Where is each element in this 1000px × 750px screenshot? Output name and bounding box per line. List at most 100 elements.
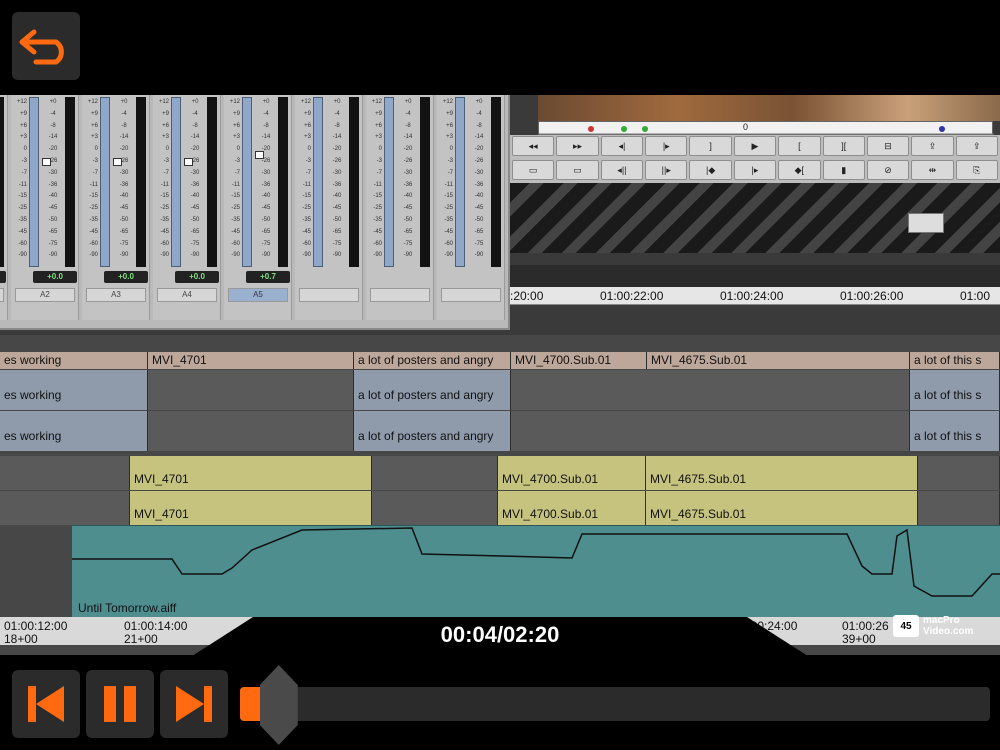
transport-button[interactable]: ◂◂ [512, 136, 555, 156]
transport-button[interactable]: ⊟ [866, 136, 910, 156]
scale-label: -11 [18, 181, 27, 188]
scale-label: +3 [162, 134, 169, 141]
timeline-clip[interactable]: MVI_4701 [130, 491, 372, 525]
seek-progress [240, 687, 262, 721]
scale-label: -45 [18, 228, 27, 235]
timeline-clip[interactable]: a lot of posters and angry [354, 370, 511, 410]
track-gap [918, 491, 1000, 525]
timeline[interactable]: es working MVI_4701 a lot of posters and a… [0, 335, 1000, 655]
scale-label: -15 [160, 193, 169, 200]
mixer-scale: +12 +9 +6 +3 0 -3 -7 -11 -15 -25 -35 -45 -60 -90 [368, 97, 382, 262]
channel-name[interactable] [370, 288, 430, 302]
transport-button[interactable]: ][ [822, 136, 865, 156]
volume-fader[interactable] [184, 158, 193, 167]
db-label: -20 [474, 146, 484, 153]
channel-name[interactable] [441, 288, 501, 302]
transport-button[interactable]: ▶ [733, 136, 777, 156]
channel-name[interactable]: A4 [157, 288, 217, 302]
timeline-clip[interactable]: es working [0, 370, 148, 410]
transport-button[interactable]: ▭ [512, 160, 555, 180]
video-frame[interactable]: +12 +9 +6 +3 0 -3 -7 -11 -15 -25 -35 -45 -60 -90 +0 -4 -… [0, 95, 1000, 655]
mixer-scale: +12 +9 +6 +3 0 -3 -7 -11 -15 -25 -35 -45 -60 -90 [155, 97, 169, 262]
timeline-clip[interactable]: a lot of posters and angry [354, 411, 511, 451]
timeline-clip[interactable]: MVI_4701 [148, 352, 354, 369]
db-label: -45 [190, 205, 200, 212]
db-label: -26 [474, 157, 484, 164]
transport-button[interactable]: ⎘ [955, 160, 998, 180]
volume-fader[interactable] [113, 158, 122, 167]
timeline-clip[interactable]: a lot of this s [910, 370, 1000, 410]
transport-button[interactable]: ◆[ [778, 160, 821, 180]
channel-name[interactable] [0, 288, 4, 302]
transport-button[interactable]: |◆ [689, 160, 732, 180]
seek-bar[interactable] [240, 665, 990, 745]
volume-fader[interactable] [42, 158, 51, 167]
channel-name[interactable]: A2 [15, 288, 75, 302]
timeline-clip[interactable]: es working [0, 411, 148, 451]
scale-label: +9 [20, 110, 27, 117]
timeline-clip[interactable]: MVI_4675.Sub.01 [646, 491, 918, 525]
transport-button[interactable]: ⇹ [911, 160, 954, 180]
transport-button[interactable]: ▸▸ [556, 136, 599, 156]
scale-label: -25 [18, 205, 27, 212]
volume-fader[interactable] [255, 151, 264, 160]
back-button[interactable] [12, 12, 80, 80]
transport-button[interactable]: ⊘ [866, 160, 910, 180]
transport-button[interactable]: ||▸ [645, 160, 688, 180]
source-thumbnail[interactable] [908, 213, 944, 233]
scale-label: +9 [375, 110, 382, 117]
db-label: +0 [333, 99, 341, 105]
scale-label: -35 [302, 216, 311, 223]
timeline-clip[interactable]: MVI_4675.Sub.01 [647, 352, 910, 369]
pause-button[interactable] [86, 670, 154, 738]
transport-button[interactable]: ⇪ [955, 136, 998, 156]
transport-button[interactable]: ◂|| [600, 160, 644, 180]
transport-button[interactable]: ▮ [822, 160, 865, 180]
timeline-clip[interactable]: a lot of posters and angry [354, 352, 511, 369]
db-label: -26 [403, 157, 413, 164]
timeline-clip[interactable]: MVI_4700.Sub.01 [498, 456, 646, 490]
transport-button[interactable]: ] [689, 136, 732, 156]
scrub-bar[interactable]: 0 [538, 121, 994, 135]
level-meter [29, 97, 39, 267]
scale-label: -90 [444, 252, 453, 259]
scale-label: +9 [233, 110, 240, 117]
scale-label: -45 [302, 228, 311, 235]
music-clip[interactable] [72, 525, 1000, 617]
db-label: +0 [120, 99, 128, 105]
scale-label: -90 [231, 252, 240, 259]
channel-name[interactable]: A3 [86, 288, 146, 302]
transport-button[interactable]: |▸ [733, 160, 777, 180]
db-label: -20 [119, 146, 129, 153]
db-label: -65 [261, 228, 271, 235]
transport-button[interactable]: ▭ [556, 160, 599, 180]
timeline-clip[interactable]: MVI_4701 [130, 456, 372, 490]
transport-button[interactable]: ◂| [600, 136, 644, 156]
seek-handle[interactable] [259, 665, 298, 745]
transport-button[interactable]: |▸ [645, 136, 688, 156]
timeline-clip[interactable]: a lot of this s [910, 352, 1000, 369]
scale-label: +3 [233, 134, 240, 141]
timeline-clip[interactable]: MVI_4675.Sub.01 [646, 456, 918, 490]
timecode-ruler[interactable]: :20:00 01:00:22:00 01:00:24:00 01:00:26:00 0… [510, 287, 1000, 305]
transport-button[interactable]: [ [778, 136, 821, 156]
timeline-clip[interactable]: MVI_4700.Sub.01 [511, 352, 647, 369]
db-label: -36 [403, 181, 413, 188]
channel-name[interactable] [299, 288, 359, 302]
scale-label: -3 [305, 157, 311, 164]
timeline-clip[interactable]: es working [0, 352, 148, 369]
db-label: +0 [262, 99, 270, 105]
next-button[interactable] [160, 670, 228, 738]
db-label: +0 [191, 99, 199, 105]
db-label: -40 [119, 193, 129, 200]
transport-button[interactable]: ⇪ [911, 136, 954, 156]
previous-button[interactable] [12, 670, 80, 738]
timeline-clip[interactable]: MVI_4700.Sub.01 [498, 491, 646, 525]
mixer-scale: +12 +9 +6 +3 0 -3 -7 -11 -15 -25 -35 -45 -60 -90 [226, 97, 240, 262]
scale-label: -60 [373, 240, 382, 247]
db-label: -36 [332, 181, 342, 188]
scale-label: -35 [18, 216, 27, 223]
channel-name[interactable]: A5 [228, 288, 288, 302]
timeline-clip[interactable]: a lot of this s [910, 411, 1000, 451]
db-scale: +0 -4 -8 -14 -20 -26 -30 -36 -40 -45 -50 -65 -75 -90 [114, 97, 134, 262]
